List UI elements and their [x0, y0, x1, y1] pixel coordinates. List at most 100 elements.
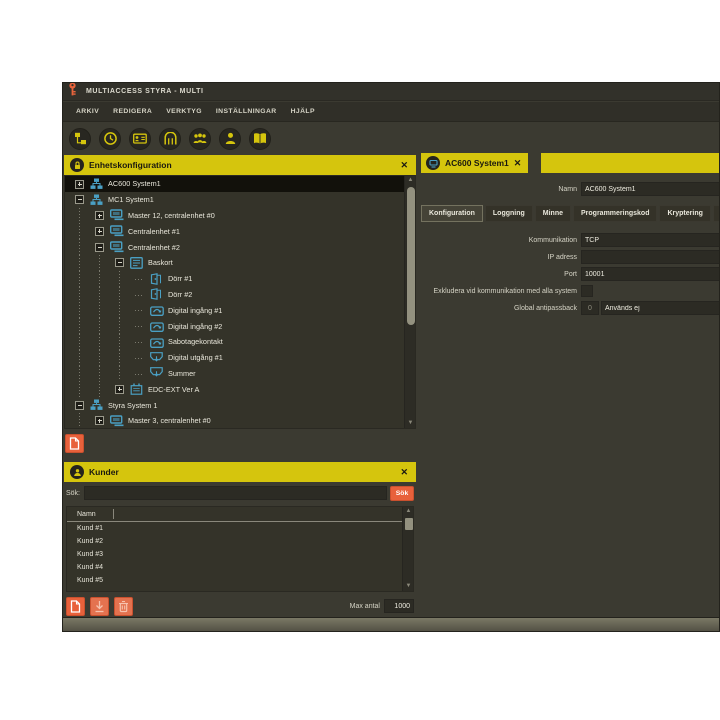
system-tab[interactable]: AC600 System1 ✕: [421, 153, 528, 173]
tree-node[interactable]: Digital ingång #2: [65, 318, 404, 334]
tree-branch-line: [135, 358, 144, 359]
system-tab-close-icon[interactable]: ✕: [514, 158, 522, 169]
device-tree-scrollbar[interactable]: ▲ ▼: [404, 176, 415, 428]
antipassback-label: Global antipassback: [421, 305, 581, 312]
tree-branch-line: [135, 279, 144, 280]
tree-node[interactable]: Sabotagekontakt: [65, 334, 404, 350]
device-tree: AC600 System1 MC1 System1 Master 12, centr…: [64, 175, 416, 429]
tree-node[interactable]: Centralenhet #1: [65, 223, 404, 239]
customer-row[interactable]: Kund #5: [67, 574, 397, 587]
network-icon: [90, 399, 104, 411]
customers-table-header[interactable]: Namn: [67, 507, 413, 522]
customer-row[interactable]: Kund #1: [67, 522, 397, 535]
delete-customer-button[interactable]: [114, 597, 133, 616]
expand-icon[interactable]: [115, 385, 124, 394]
customer-row[interactable]: Kund #3: [67, 548, 397, 561]
toolbar-gate-icon[interactable]: [159, 128, 181, 150]
scroll-down-icon[interactable]: ▼: [405, 419, 416, 428]
tree-node[interactable]: Digital utgång #1: [65, 350, 404, 366]
tree-node-label: MC1 System1: [108, 195, 154, 204]
tree-node-label: Digital ingång #1: [168, 306, 222, 315]
status-bar: [63, 617, 719, 631]
column-divider: [113, 509, 114, 519]
customer-row[interactable]: Kund #4: [67, 561, 397, 574]
scrollbar-thumb[interactable]: [405, 518, 413, 530]
name-label: Namn: [421, 186, 581, 193]
device-panel-header: Enhetskonfiguration ✕: [64, 155, 416, 175]
menu-item-arkiv[interactable]: ARKIV: [69, 108, 106, 115]
tab-loggning[interactable]: Loggning: [485, 205, 533, 222]
tree-branch-line: [135, 374, 144, 375]
tab-systembehrighet[interactable]: Systembehörighet: [713, 205, 720, 222]
antipassback-mode-input[interactable]: [601, 301, 720, 315]
tree-node[interactable]: MC1 System1: [65, 192, 404, 208]
scroll-down-icon[interactable]: ▼: [403, 582, 414, 591]
tab-programmeringskod[interactable]: Programmeringskod: [573, 205, 657, 222]
new-customer-button[interactable]: [66, 597, 85, 616]
tree-node[interactable]: EDC-EXT Ver A: [65, 381, 404, 397]
collapse-icon[interactable]: [75, 195, 84, 204]
toolbar-book-icon[interactable]: [249, 128, 271, 150]
toolbar-clock-icon[interactable]: [99, 128, 121, 150]
tab-konfiguration[interactable]: Konfiguration: [421, 205, 483, 222]
tab-minne[interactable]: Minne: [535, 205, 571, 222]
ip-address-input[interactable]: [581, 250, 720, 264]
expand-icon[interactable]: [95, 416, 104, 425]
tree-node[interactable]: Dörr #1: [65, 271, 404, 287]
max-count-input[interactable]: [384, 599, 414, 613]
tree-guide-line: [79, 302, 80, 318]
menu-item-hjlp[interactable]: HJÄLP: [284, 108, 322, 115]
search-button[interactable]: Sök: [390, 486, 414, 501]
expand-icon[interactable]: [95, 211, 104, 220]
tree-node[interactable]: AC600 System1: [65, 176, 404, 192]
column-header-namn[interactable]: Namn: [67, 511, 96, 518]
toolbar-person-icon[interactable]: [219, 128, 241, 150]
scroll-up-icon[interactable]: ▲: [405, 176, 416, 185]
device-panel-close-icon[interactable]: ✕: [398, 161, 410, 170]
expand-icon[interactable]: [95, 227, 104, 236]
collapse-icon[interactable]: [115, 258, 124, 267]
tree-guide-line: [99, 366, 100, 382]
port-input[interactable]: [581, 267, 720, 281]
tree-node[interactable]: Dörr #2: [65, 287, 404, 303]
tree-guide-line: [119, 366, 120, 382]
tab-kryptering[interactable]: Kryptering: [659, 205, 710, 222]
tree-guide-line: [79, 318, 80, 334]
toolbar-group-icon[interactable]: [189, 128, 211, 150]
toolbar-access-card-icon[interactable]: [129, 128, 151, 150]
system-badge-icon: [426, 156, 440, 170]
expand-icon[interactable]: [75, 180, 84, 189]
tree-node[interactable]: Master 12, centralenhet #0: [65, 208, 404, 224]
communication-input[interactable]: [581, 233, 720, 247]
name-input[interactable]: [581, 182, 720, 196]
collapse-icon[interactable]: [95, 243, 104, 252]
customers-scrollbar[interactable]: ▲ ▼: [402, 507, 413, 591]
tree-node[interactable]: Master 3, centralenhet #0: [65, 413, 404, 429]
device-panel-title: Enhetskonfiguration: [89, 160, 398, 170]
scroll-up-icon[interactable]: ▲: [403, 507, 414, 516]
new-device-button[interactable]: [65, 434, 84, 453]
customer-row[interactable]: Kund #2: [67, 535, 397, 548]
antipassback-count-input[interactable]: [581, 301, 599, 315]
exclude-checkbox[interactable]: [581, 285, 593, 297]
tree-node-label: Dörr #1: [168, 274, 192, 283]
tree-node[interactable]: Baskort: [65, 255, 404, 271]
scrollbar-thumb[interactable]: [407, 187, 415, 325]
tree-branch-line: [135, 326, 144, 327]
tree-guide-line: [119, 350, 120, 366]
customers-panel-close-icon[interactable]: ✕: [398, 468, 410, 477]
door-icon: [150, 288, 164, 300]
antipassback-row: Global antipassback: [421, 301, 720, 315]
tree-guide-line: [79, 208, 80, 224]
collapse-icon[interactable]: [75, 401, 84, 410]
menu-item-redigera[interactable]: REDIGERA: [106, 108, 159, 115]
customer-search-input[interactable]: [84, 486, 387, 500]
menu-item-verktyg[interactable]: VERKTYG: [159, 108, 209, 115]
tree-node[interactable]: Summer: [65, 366, 404, 382]
tree-node[interactable]: Centralenhet #2: [65, 239, 404, 255]
tree-node[interactable]: Styra System 1: [65, 397, 404, 413]
toolbar-device-tree-icon[interactable]: [69, 128, 91, 150]
menu-item-instllningar[interactable]: INSTÄLLNINGAR: [209, 108, 284, 115]
tree-node[interactable]: Digital ingång #1: [65, 302, 404, 318]
import-customer-button[interactable]: [90, 597, 109, 616]
